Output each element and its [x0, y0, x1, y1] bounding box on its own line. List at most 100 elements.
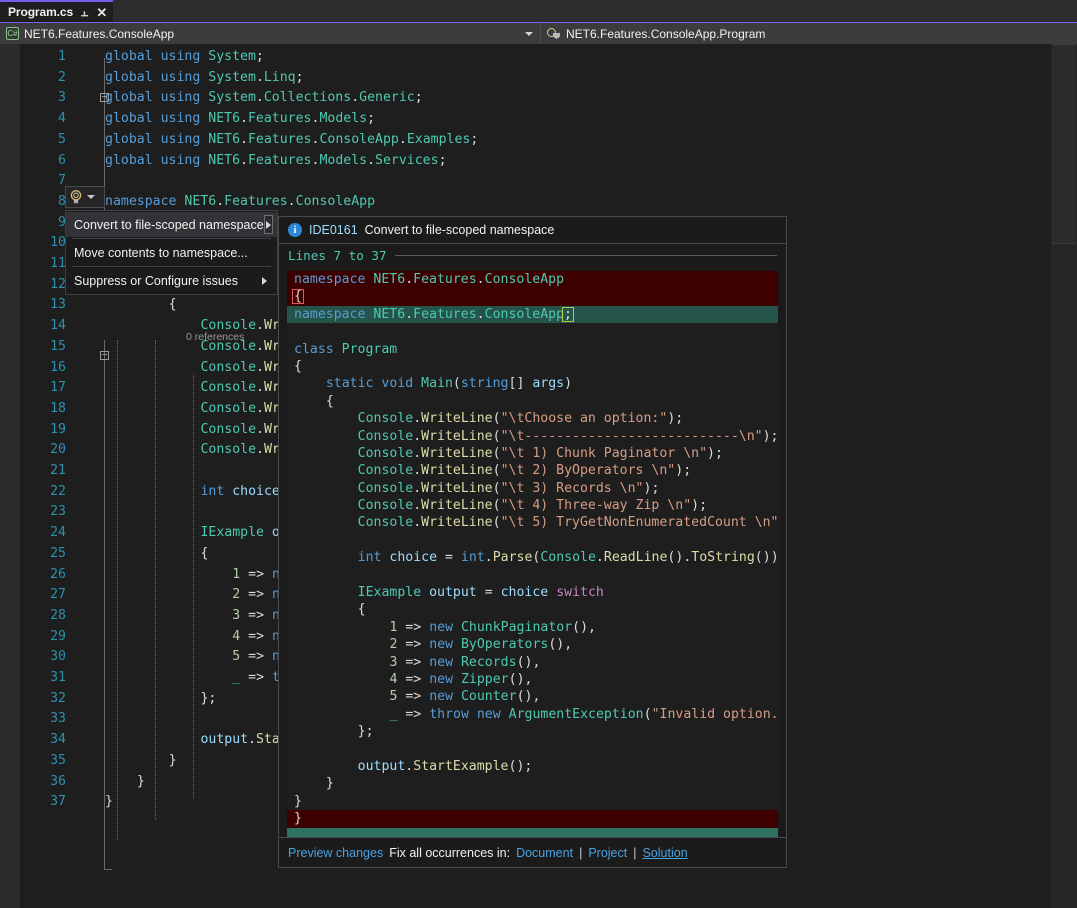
chevron-down-icon[interactable] — [87, 195, 95, 199]
line-number: 31 — [28, 668, 66, 689]
menu-item-label: Convert to file-scoped namespace — [74, 218, 264, 232]
line-number: 32 — [28, 689, 66, 710]
diff-context-line — [287, 532, 778, 549]
diff-context-line: { — [287, 393, 778, 410]
fix-scope-solution-link[interactable]: Solution — [642, 846, 687, 860]
diff-context-line: _ => throw new ArgumentException("Invali… — [287, 706, 778, 723]
menu-item-move-contents-to-namespace[interactable]: Move contents to namespace... — [66, 240, 277, 265]
preview-diff-code: namespace NET6.Features.ConsoleApp{names… — [287, 271, 778, 837]
line-number: 29 — [28, 627, 66, 648]
line-number: 21 — [28, 461, 66, 482]
diff-context-line: { — [287, 358, 778, 375]
line-number: 7 — [28, 171, 66, 192]
code-line[interactable]: global using NET6.Features.Models.Servic… — [105, 151, 447, 172]
code-line[interactable]: global using System; — [105, 47, 264, 68]
line-number: 23 — [28, 502, 66, 523]
line-number: 34 — [28, 730, 66, 751]
visual-studio-editor-window: Program.cs ⫠ ✕ C# NET6.Features.ConsoleA… — [0, 0, 1077, 908]
line-number: 35 — [28, 751, 66, 772]
navigation-bar: C# NET6.Features.ConsoleApp NET6.Feature… — [0, 22, 1077, 44]
diff-context-line: class Program — [287, 341, 778, 358]
line-number: 10 — [28, 233, 66, 254]
fix-scope-document-link[interactable]: Document — [516, 846, 573, 860]
tab-label: Program.cs — [8, 5, 73, 19]
diff-context-line — [287, 567, 778, 584]
code-line[interactable]: } — [105, 772, 145, 793]
separator: | — [633, 846, 636, 860]
diff-context-line: 3 => new Records(), — [287, 654, 778, 671]
line-number: 20 — [28, 440, 66, 461]
code-line[interactable]: } — [105, 792, 113, 813]
tab-strip: Program.cs ⫠ ✕ — [0, 0, 1077, 22]
line-number: 22 — [28, 482, 66, 503]
fold-toggle-line1[interactable]: – — [100, 93, 109, 102]
code-line[interactable]: global using System.Collections.Generic; — [105, 88, 423, 109]
line-number: 16 — [28, 358, 66, 379]
code-line[interactable]: global using System.Linq; — [105, 68, 304, 89]
pin-icon[interactable]: ⫠ — [81, 6, 88, 18]
fold-guide-namespace-end — [104, 828, 112, 870]
diff-context-line — [287, 741, 778, 758]
scrollbar-thumb[interactable] — [1052, 44, 1076, 244]
diff-removed-line: } — [287, 810, 778, 827]
code-line[interactable]: global using NET6.Features.ConsoleApp.Ex… — [105, 130, 478, 151]
menu-item-label: Suppress or Configure issues — [74, 274, 256, 288]
line-number: 30 — [28, 647, 66, 668]
diff-added-line: namespace NET6.Features.ConsoleApp; — [287, 306, 778, 323]
quick-actions-lightbulb[interactable] — [65, 186, 105, 208]
line-number: 8 — [28, 192, 66, 213]
code-line[interactable]: } — [105, 751, 177, 772]
submenu-arrow-icon[interactable] — [264, 215, 273, 234]
code-line[interactable]: }; — [105, 689, 216, 710]
diff-context-line: { — [287, 601, 778, 618]
line-number: 26 — [28, 565, 66, 586]
line-number: 17 — [28, 378, 66, 399]
code-line[interactable]: global using NET6.Features.Models; — [105, 109, 375, 130]
line-number: 14 — [28, 316, 66, 337]
code-line[interactable]: { — [105, 295, 177, 316]
preview-changes-link[interactable]: Preview changes — [288, 846, 383, 860]
member-dropdown[interactable]: NET6.Features.ConsoleApp.Program — [541, 23, 1077, 44]
menu-item-suppress-or-configure-issues[interactable]: Suppress or Configure issues — [66, 268, 277, 293]
line-number: 28 — [28, 606, 66, 627]
preview-header: i IDE0161 Convert to file-scoped namespa… — [279, 217, 786, 244]
line-number: 2 — [28, 68, 66, 89]
tab-program-cs[interactable]: Program.cs ⫠ ✕ — [0, 0, 113, 22]
close-icon[interactable]: ✕ — [96, 6, 107, 19]
line-number: 25 — [28, 544, 66, 565]
diff-context-line: Console.WriteLine("\t 4) Three-way Zip \… — [287, 497, 778, 514]
submenu-arrow-icon[interactable] — [256, 271, 273, 290]
diff-context-line: Console.WriteLine("\tChoose an option:")… — [287, 410, 778, 427]
indicator-margin — [0, 44, 20, 908]
quick-actions-menu[interactable]: Convert to file-scoped namespace Move co… — [65, 210, 278, 295]
quick-actions-preview-panel: i IDE0161 Convert to file-scoped namespa… — [278, 216, 787, 868]
diff-added-line — [287, 828, 778, 838]
line-number: 5 — [28, 130, 66, 151]
fix-all-label: Fix all occurrences in: — [389, 846, 510, 860]
vertical-scrollbar[interactable] — [1051, 44, 1077, 908]
separator: | — [579, 846, 582, 860]
fix-scope-project-link[interactable]: Project — [588, 846, 627, 860]
fold-toggle-line12[interactable]: – — [100, 351, 109, 360]
diff-context-line: Console.WriteLine("\t 1) Chunk Paginator… — [287, 445, 778, 462]
line-number: 27 — [28, 585, 66, 606]
line-number: 1 — [28, 47, 66, 68]
diff-context-line: Console.WriteLine("\t 2) ByOperators \n"… — [287, 462, 778, 479]
diff-context-line: Console.WriteLine("\t 5) TryGetNonEnumer… — [287, 514, 778, 531]
line-number: 4 — [28, 109, 66, 130]
indent-guide-1 — [117, 340, 118, 840]
line-number: 37 — [28, 792, 66, 813]
diff-context-line: 4 => new Zipper(), — [287, 671, 778, 688]
menu-item-label: Move contents to namespace... — [74, 246, 273, 260]
diff-context-line: }; — [287, 723, 778, 740]
line-number: 33 — [28, 709, 66, 730]
diff-context-line: 2 => new ByOperators(), — [287, 636, 778, 653]
line-number: 36 — [28, 772, 66, 793]
diff-context-line: 5 => new Counter(), — [287, 688, 778, 705]
project-dropdown[interactable]: C# NET6.Features.ConsoleApp — [0, 23, 541, 44]
menu-item-convert-to-file-scoped-namespace[interactable]: Convert to file-scoped namespace — [66, 212, 277, 237]
line-number: 15 — [28, 337, 66, 358]
codelens-references[interactable]: 0 references — [186, 331, 244, 343]
chevron-down-icon[interactable] — [525, 32, 533, 36]
preview-footer: Preview changes Fix all occurrences in: … — [279, 837, 786, 867]
